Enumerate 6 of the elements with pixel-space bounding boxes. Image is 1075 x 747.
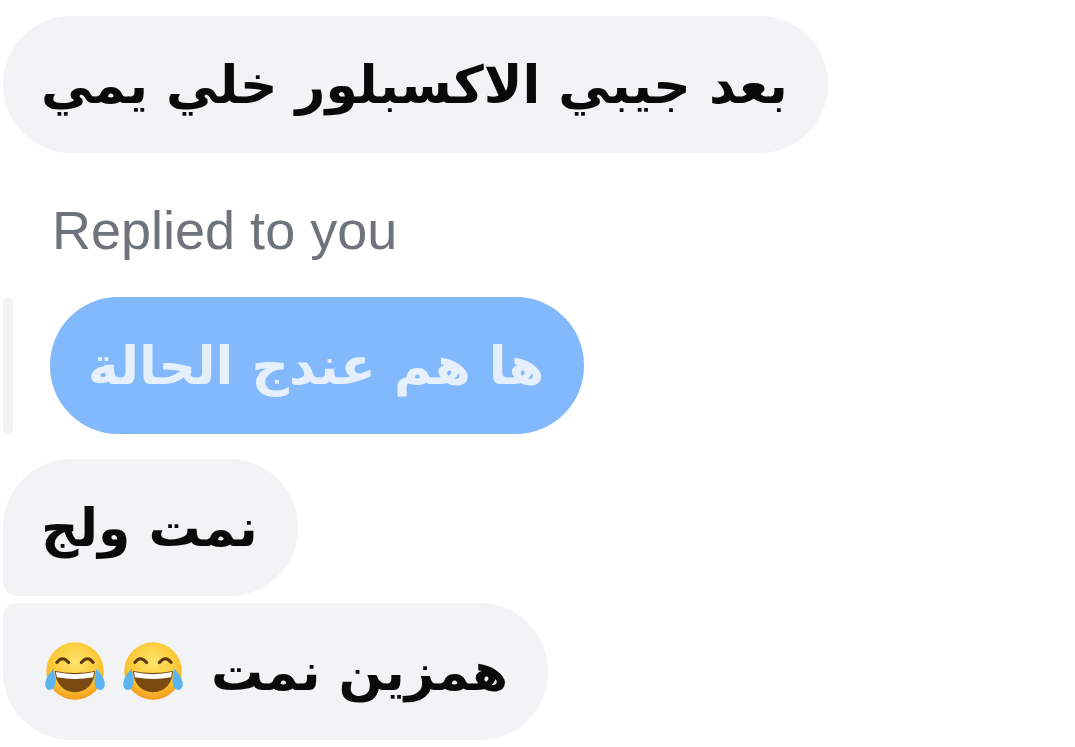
message-text: بعد جيبي الاكسبلور خلي يمي xyxy=(41,53,788,118)
reply-label: Replied to you xyxy=(52,199,398,261)
message-text: همزين نمت xyxy=(211,640,509,705)
quoted-message-text: ها هم عندج الحالة xyxy=(88,334,545,399)
quoted-message-bubble[interactable]: ها هم عندج الحالة xyxy=(50,297,585,434)
message-text: نمت ولج xyxy=(41,496,258,561)
